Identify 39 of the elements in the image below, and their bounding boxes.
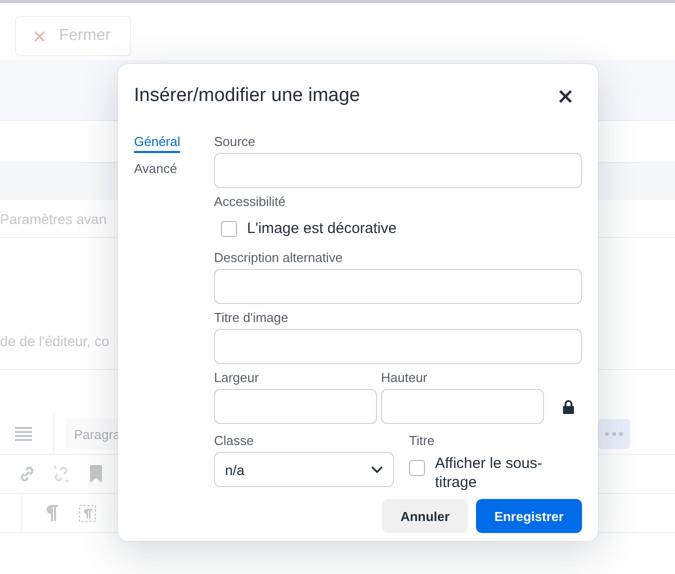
width-field[interactable] [214, 389, 377, 424]
checkbox[interactable] [221, 220, 237, 236]
checkbox-label: L'image est décorative [247, 220, 397, 237]
unlink-icon[interactable] [52, 465, 70, 483]
more-icon [605, 432, 623, 436]
close-icon [559, 90, 572, 102]
tab[interactable]: Général [134, 134, 180, 153]
field-label: Source [214, 134, 256, 150]
checkbox[interactable] [409, 460, 425, 476]
close-button[interactable] [557, 88, 574, 104]
lock-icon [563, 400, 574, 414]
save-button[interactable]: Enregistrer [476, 499, 582, 533]
source-field[interactable] [214, 153, 582, 188]
pilcrow-box-icon[interactable] [79, 504, 96, 522]
field-label: Classe [214, 433, 254, 449]
tab[interactable]: Avancé [134, 161, 178, 180]
dialog-title: Insérer/modifier une image [134, 85, 360, 107]
cancel-button[interactable]: Annuler [382, 499, 468, 533]
field-label: Hauteur [381, 370, 428, 386]
link-icon[interactable] [18, 465, 36, 483]
field-label: Largeur [214, 370, 259, 386]
lock-button[interactable] [560, 397, 577, 417]
section-label: Paramètres avan [0, 210, 107, 226]
bookmark-icon[interactable] [90, 465, 102, 483]
alt-text-field[interactable] [214, 269, 582, 304]
image-title-field[interactable] [214, 329, 582, 364]
section-label: Accessibilité [214, 194, 286, 210]
checkbox-label: Afficher le sous-titrage [435, 454, 544, 492]
pilcrow-icon[interactable] [46, 505, 58, 521]
class-select[interactable]: n/a [214, 452, 394, 487]
close-icon [34, 30, 45, 42]
chevron-down-icon [371, 466, 383, 474]
editor-text: de de l'éditeur, co [0, 333, 110, 349]
height-field[interactable] [381, 389, 544, 424]
align-justify-icon[interactable] [15, 427, 32, 441]
field-label: Description alternative [214, 250, 343, 266]
more-button[interactable] [598, 419, 630, 449]
field-label: Titre d'image [214, 310, 288, 326]
field-label: Titre [409, 433, 435, 449]
